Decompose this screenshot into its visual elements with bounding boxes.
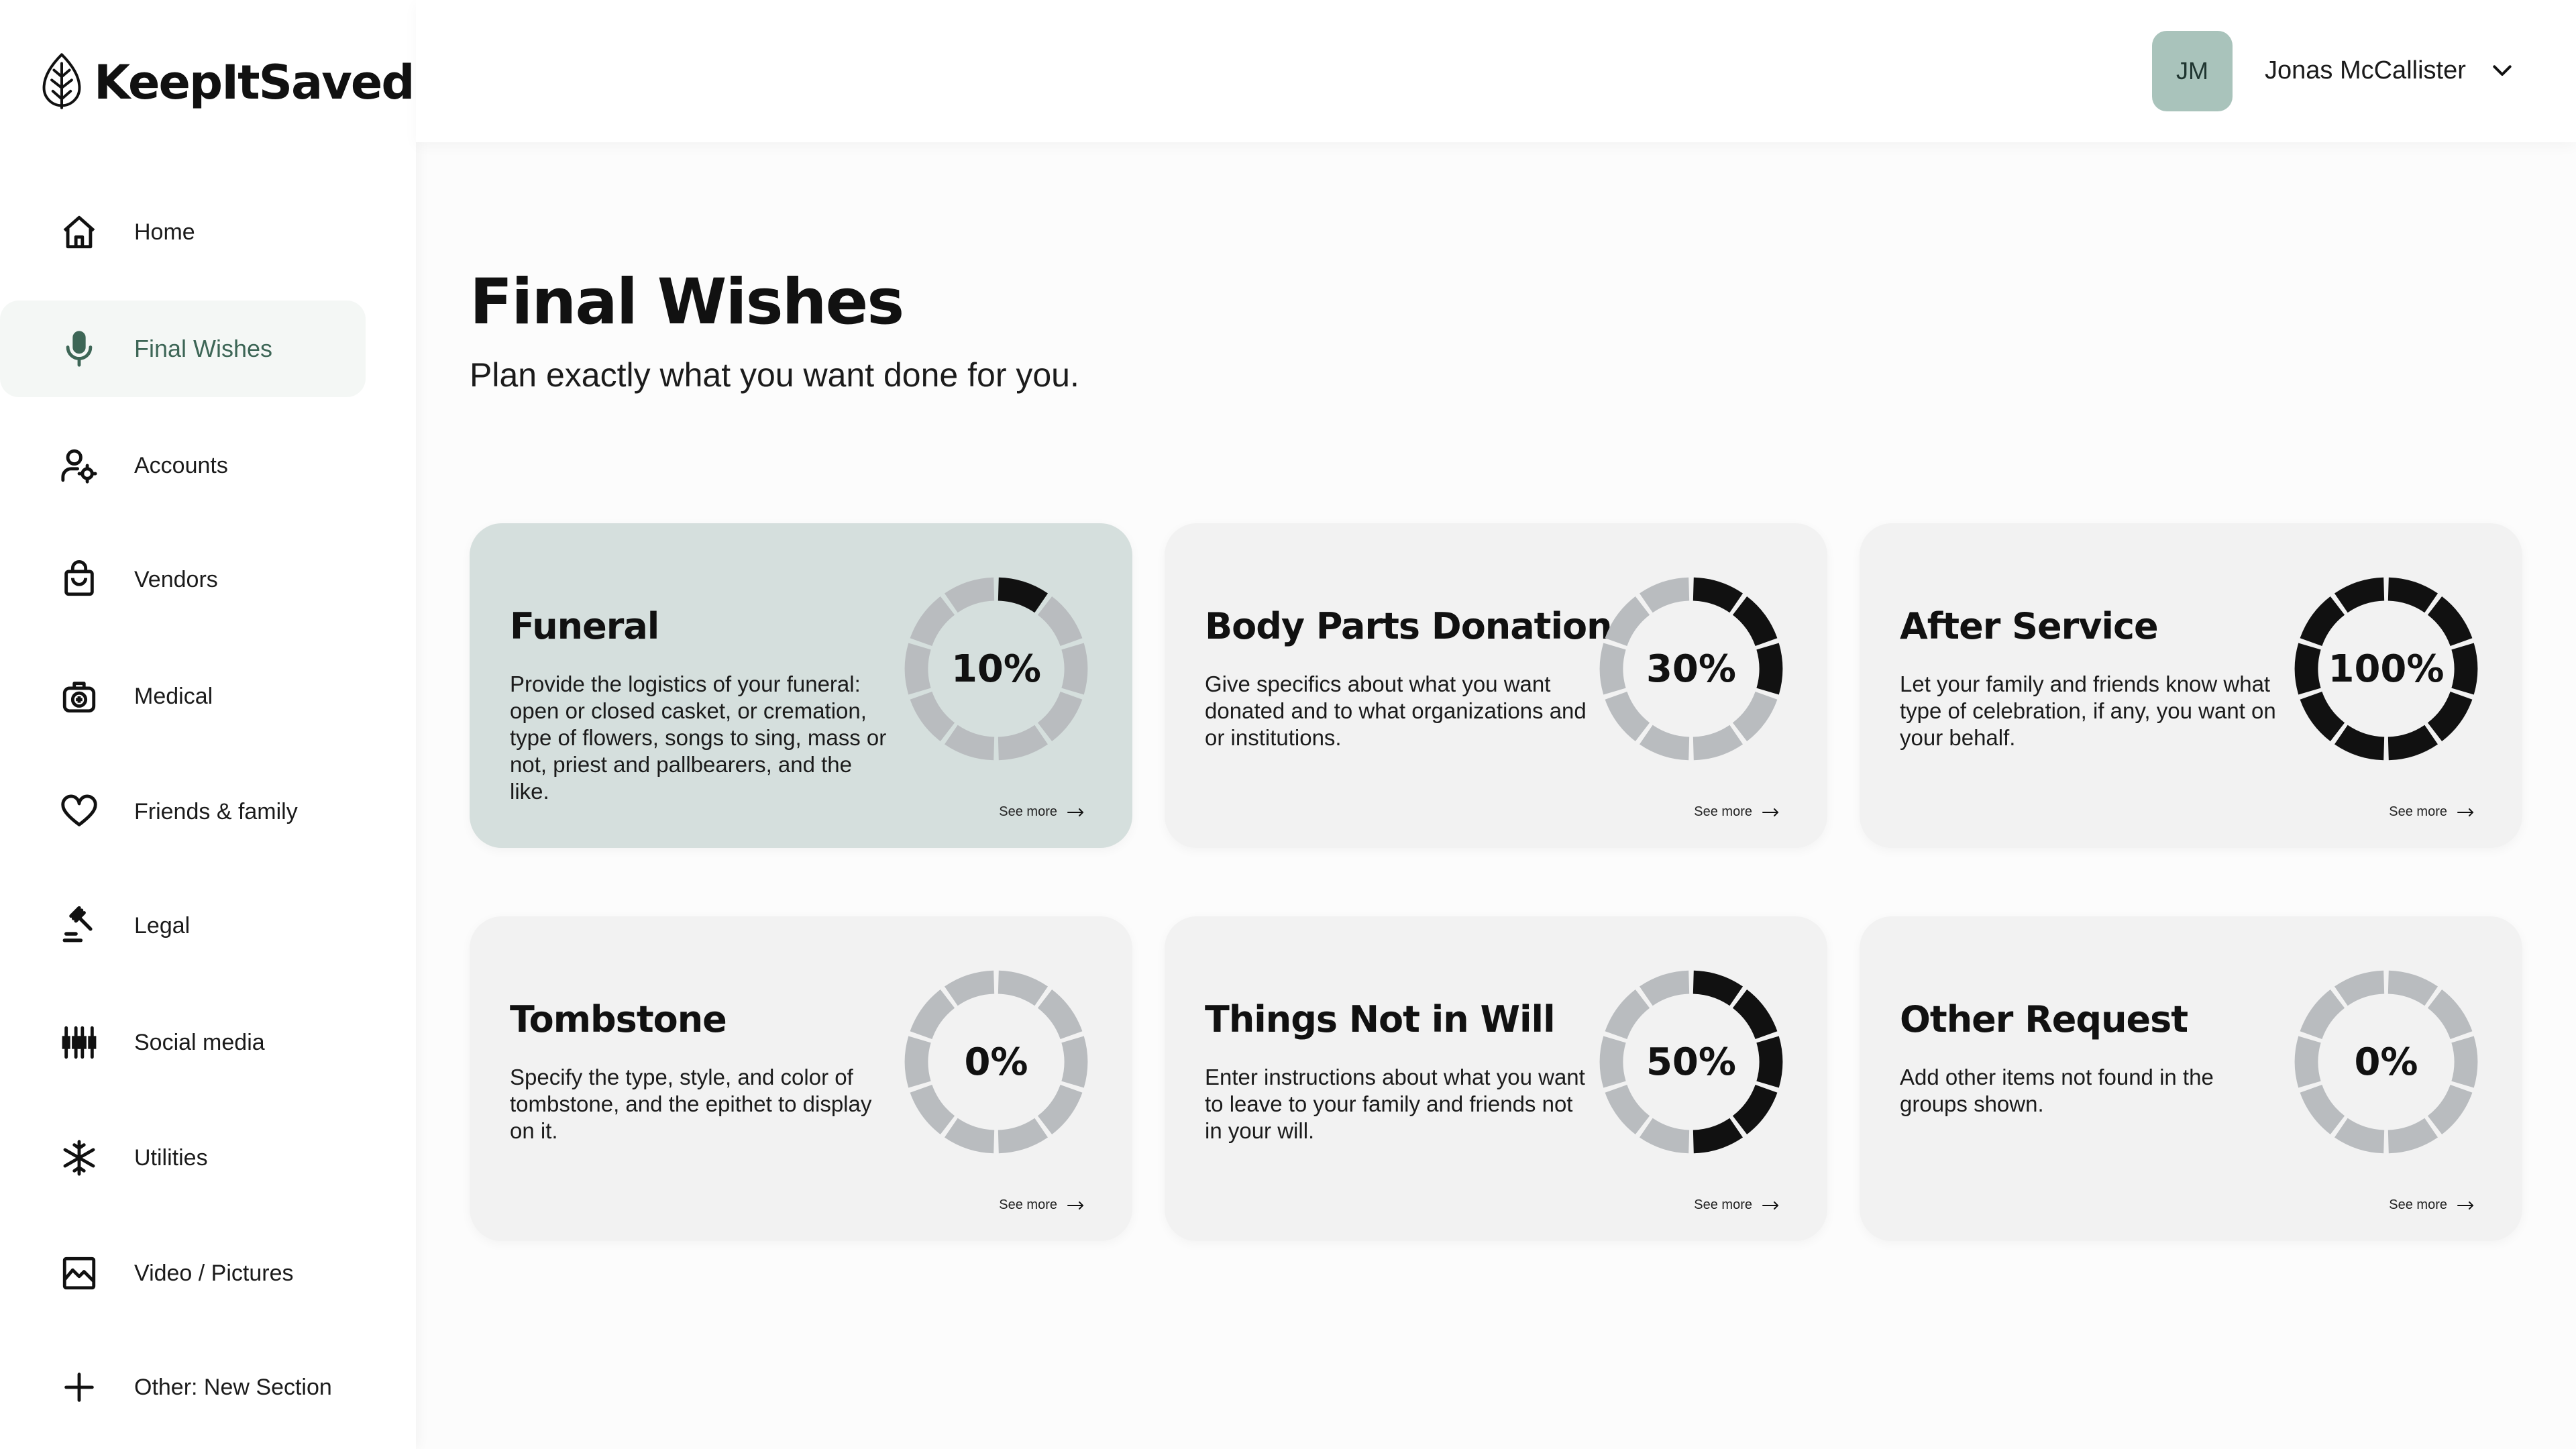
arrow-right-icon <box>2457 808 2474 816</box>
home-icon <box>58 211 101 254</box>
see-more-label: See more <box>2389 804 2447 819</box>
see-more-link[interactable]: See more <box>2389 804 2475 820</box>
sidebar: KeepItSaved Home Final Wishes Accounts V… <box>0 0 416 1449</box>
page-title: Final Wishes <box>470 266 904 339</box>
progress-percent: 100% <box>2328 647 2445 691</box>
see-more-label: See more <box>1694 1197 1752 1212</box>
sidebar-item-label: Friends & family <box>134 798 298 824</box>
arrow-right-icon <box>1762 808 1779 816</box>
sidebar-item-label: Medical <box>134 683 213 709</box>
sidebar-item-label: Video / Pictures <box>134 1260 294 1286</box>
sidebar-item-new-section[interactable]: Other: New Section <box>0 1339 366 1436</box>
sidebar-item-video-pictures[interactable]: Video / Pictures <box>0 1225 366 1322</box>
microphone-icon <box>58 327 101 370</box>
see-more-label: See more <box>999 1197 1057 1212</box>
top-header <box>416 0 2576 142</box>
sidebar-item-home[interactable]: Home <box>0 184 366 280</box>
app-root: KeepItSaved Home Final Wishes Accounts V… <box>0 0 2576 1449</box>
see-more-link[interactable]: See more <box>1694 804 1780 820</box>
sidebar-item-label: Home <box>134 219 195 245</box>
sidebar-item-accounts[interactable]: Accounts <box>0 417 366 514</box>
card-title: Other Request <box>1900 998 2188 1040</box>
sidebar-item-label: Social media <box>134 1029 265 1055</box>
snowflake-icon <box>58 1136 101 1179</box>
arrow-right-icon <box>1067 808 1084 816</box>
sidebar-item-social-media[interactable]: Social media <box>0 994 366 1091</box>
see-more-link[interactable]: See more <box>999 1197 1085 1213</box>
see-more-label: See more <box>2389 1197 2447 1212</box>
sidebar-item-label: Vendors <box>134 566 218 592</box>
card-tombstone[interactable]: Tombstone Specify the type, style, and c… <box>470 916 1132 1241</box>
social-icon <box>58 1021 101 1064</box>
card-other-request[interactable]: Other Request Add other items not found … <box>1860 916 2522 1241</box>
card-description: Provide the logistics of your funeral: o… <box>510 672 887 804</box>
card-description: Add other items not found in the groups … <box>1900 1065 2214 1116</box>
progress-percent: 0% <box>964 1040 1028 1084</box>
card-after-service[interactable]: After Service Let your family and friend… <box>1860 523 2522 848</box>
card-title: After Service <box>1900 605 2159 647</box>
card-description: Enter instructions about what you want t… <box>1205 1065 1585 1143</box>
brand-logo[interactable]: KeepItSaved <box>39 51 415 114</box>
gavel-icon <box>58 904 101 947</box>
card-title: Things Not in Will <box>1205 998 1556 1040</box>
arrow-right-icon <box>2457 1201 2474 1210</box>
shopping-bag-icon <box>58 558 101 601</box>
card-funeral[interactable]: Funeral Provide the logistics of your fu… <box>470 523 1132 848</box>
card-things-not-in-will[interactable]: Things Not in Will Enter instructions ab… <box>1165 916 1827 1241</box>
progress-percent: 30% <box>1646 647 1737 691</box>
image-icon <box>58 1252 101 1295</box>
sidebar-item-medical[interactable]: Medical <box>0 648 366 745</box>
sidebar-item-label: Final Wishes <box>134 335 273 362</box>
card-title: Funeral <box>510 605 659 647</box>
brand-name: KeepItSaved <box>94 55 415 110</box>
progress-percent: 0% <box>2354 1040 2418 1084</box>
arrow-right-icon <box>1762 1201 1779 1210</box>
chevron-down-icon[interactable] <box>2489 58 2516 85</box>
avatar[interactable]: JM <box>2152 31 2233 111</box>
see-more-link[interactable]: See more <box>1694 1197 1780 1213</box>
plus-icon <box>58 1366 101 1409</box>
card-description: Give specifics about what you want donat… <box>1205 672 1587 750</box>
sidebar-item-label: Other: New Section <box>134 1374 332 1400</box>
leaf-logo-icon <box>39 52 85 113</box>
see-more-link[interactable]: See more <box>2389 1197 2475 1213</box>
see-more-label: See more <box>1694 804 1752 819</box>
card-title: Body Parts Donation <box>1205 605 1613 647</box>
sidebar-item-legal[interactable]: Legal <box>0 877 366 974</box>
sidebar-item-label: Legal <box>134 912 191 938</box>
sidebar-item-friends-family[interactable]: Friends & family <box>0 763 366 860</box>
card-description: Specify the type, style, and color of to… <box>510 1065 872 1143</box>
progress-percent: 10% <box>951 647 1042 691</box>
sidebar-item-utilities[interactable]: Utilities <box>0 1110 366 1206</box>
progress-percent: 50% <box>1646 1040 1737 1084</box>
arrow-right-icon <box>1067 1201 1084 1210</box>
medical-kit-icon <box>58 675 101 718</box>
card-title: Tombstone <box>510 998 727 1040</box>
card-description: Let your family and friends know what ty… <box>1900 672 2276 750</box>
page-subtitle: Plan exactly what you want done for you. <box>470 356 1079 394</box>
sidebar-item-final-wishes[interactable]: Final Wishes <box>0 301 366 397</box>
sidebar-item-label: Accounts <box>134 452 228 478</box>
heart-icon <box>58 790 101 833</box>
users-icon <box>58 444 101 487</box>
card-body-parts-donation[interactable]: Body Parts Donation Give specifics about… <box>1165 523 1827 848</box>
sidebar-item-vendors[interactable]: Vendors <box>0 531 366 628</box>
sidebar-item-label: Utilities <box>134 1144 208 1171</box>
see-more-link[interactable]: See more <box>999 804 1085 820</box>
user-name[interactable]: Jonas McCallister <box>2265 56 2466 85</box>
see-more-label: See more <box>999 804 1057 819</box>
